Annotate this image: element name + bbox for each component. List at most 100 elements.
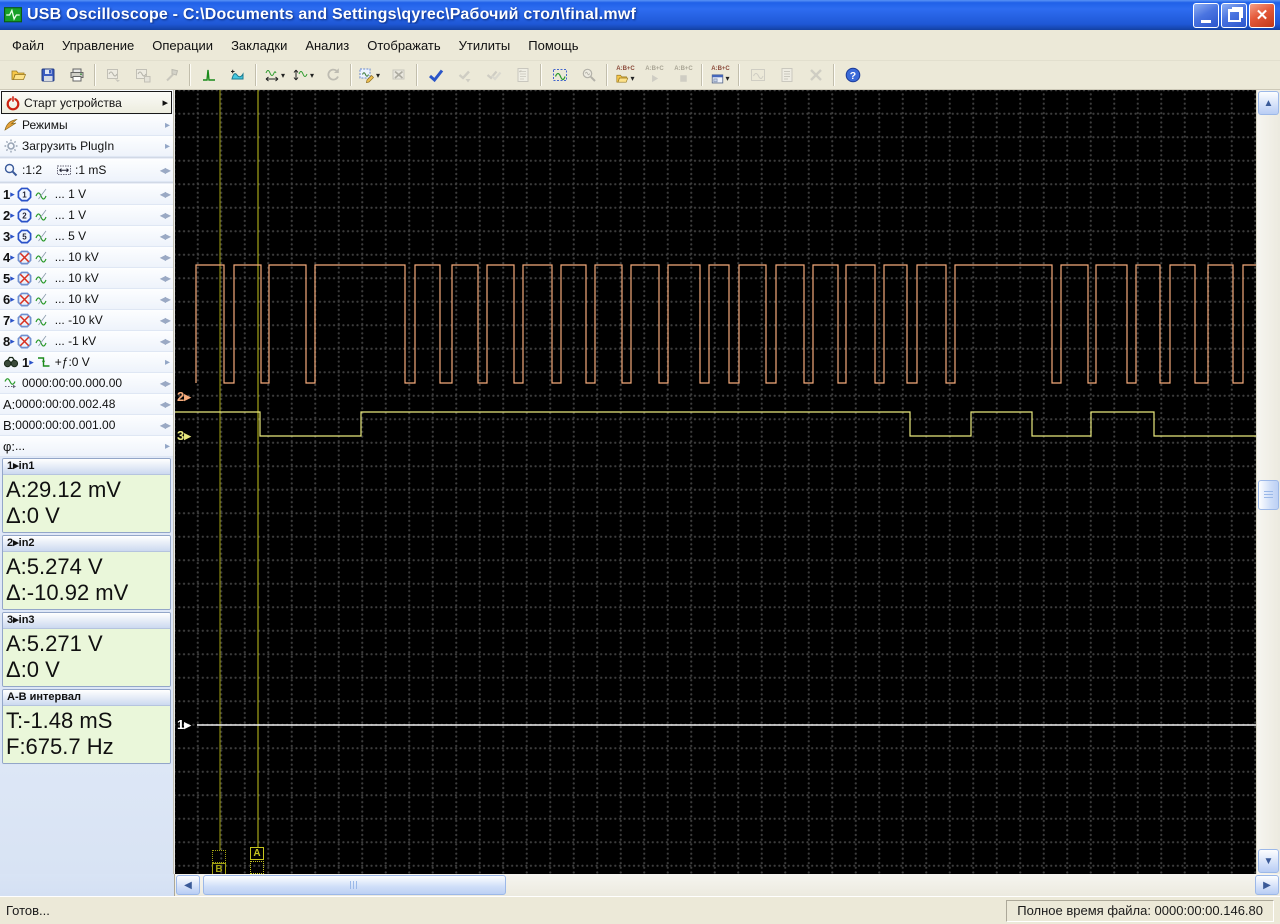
channel-1-marker[interactable]: 1▸ (177, 717, 191, 733)
scale-row[interactable]: :1:2:1 mS ◀▶ (0, 159, 173, 182)
channel-disabled-badge[interactable] (17, 334, 32, 349)
channel-adjust-arrows[interactable]: ◀▶ (160, 190, 171, 199)
channel-row-6[interactable]: 6 ▸ ... 10 kV ◀▶ (0, 289, 173, 310)
abc-open-button[interactable]: A:B+C ▾ (611, 63, 640, 88)
horizontal-scroll-thumb[interactable] (203, 875, 506, 895)
sidebar-item-modes[interactable]: Режимы ▸ (0, 115, 173, 136)
channel-adjust-arrows[interactable]: ◀▶ (160, 211, 171, 220)
sweep-time-adjust-arrows[interactable]: ◀▶ (160, 379, 171, 388)
trigger-row[interactable]: 1 ▸ +ƒ:0 V ▸ (0, 352, 173, 373)
channel-row-4[interactable]: 4 ▸ ... 10 kV ◀▶ (0, 247, 173, 268)
sidebar-item-start-device[interactable]: Старт устройства ▸ (1, 91, 172, 114)
channel-adjust-arrows[interactable]: ◀▶ (160, 253, 171, 262)
channel-adjust-arrows[interactable]: ◀▶ (160, 316, 171, 325)
scroll-up-button[interactable]: ▲ (1258, 91, 1279, 115)
impulse-button[interactable] (194, 63, 223, 88)
menu-item-display[interactable]: Отображать (358, 33, 449, 58)
abc-panel-button[interactable]: A:B+C ▾ (706, 63, 735, 88)
channel-range-badge[interactable]: 1 (17, 187, 32, 202)
expand-arrow-icon[interactable]: ▸ (165, 357, 170, 368)
menu-item-control[interactable]: Управление (53, 33, 143, 58)
phase-row[interactable]: φ:... ▸ (0, 436, 173, 457)
expand-arrow-icon[interactable]: ▸ (165, 120, 170, 131)
magnifier-icon (4, 163, 18, 177)
scroll-left-button[interactable]: ◀ (176, 875, 200, 895)
restore-button[interactable] (1221, 2, 1247, 28)
scope-display[interactable]: 2▸ 3▸ 1▸ A B (175, 90, 1256, 874)
channel-row-1[interactable]: 1 ▸ 1... 1 V ◀▶ (0, 184, 173, 205)
dropdown-arrow-icon[interactable]: ▾ (310, 71, 314, 80)
cursor-b-time-row[interactable]: B: 0000:00:00.001.00 ◀▶ (0, 415, 173, 436)
channel-adjust-arrows[interactable]: ◀▶ (160, 295, 171, 304)
channel-range-badge[interactable]: 5 (17, 229, 32, 244)
expand-arrow-icon[interactable]: ▸ (162, 96, 168, 109)
menu-item-file[interactable]: Файл (3, 33, 53, 58)
zoom-horizontal-button[interactable]: ▾ (260, 63, 289, 88)
help-button[interactable]: ? (838, 63, 867, 88)
scroll-right-button[interactable]: ▶ (1255, 875, 1279, 895)
menu-item-analysis[interactable]: Анализ (296, 33, 358, 58)
save-button[interactable] (33, 63, 62, 88)
menu-item-help[interactable]: Помощь (519, 33, 587, 58)
horizontal-scrollbar[interactable]: ◀ ▶ (175, 874, 1280, 896)
sidebar-item-load-plugin[interactable]: Загрузить PlugIn ▸ (0, 136, 173, 157)
dropdown-arrow-icon[interactable]: ▾ (630, 74, 634, 83)
cursor-a-time-row[interactable]: A: 0000:00:00.002.48 ◀▶ (0, 394, 173, 415)
app-icon[interactable] (4, 6, 22, 24)
channel-row-3[interactable]: 3 ▸ 5 ... 5 V ◀▶ (0, 226, 173, 247)
dropdown-arrow-icon[interactable]: ▾ (281, 71, 285, 80)
cursor-b-label[interactable]: B (212, 863, 226, 874)
edit-wave-button[interactable]: ▾ (355, 63, 384, 88)
horizontal-scroll-track[interactable] (201, 874, 1254, 896)
channel-disabled-badge[interactable] (17, 313, 32, 328)
paste-wave-button (128, 63, 157, 88)
channel-adjust-arrows[interactable]: ◀▶ (160, 232, 171, 241)
cursor-a-handle[interactable] (250, 861, 264, 874)
dropdown-arrow-icon[interactable]: ▾ (725, 74, 729, 83)
expand-arrow-icon[interactable]: ▸ (165, 141, 170, 152)
cursor-b-handle[interactable] (212, 850, 226, 863)
apply-check-button[interactable] (421, 63, 450, 88)
channel-disabled-badge[interactable] (17, 271, 32, 286)
measure-in2-panel[interactable]: 2▸in2 A:5.274 V Δ:-10.92 mV (2, 535, 171, 610)
menu-item-utilities[interactable]: Утилиты (450, 33, 520, 58)
print-button[interactable] (62, 63, 91, 88)
measure-in3-panel[interactable]: 3▸in3 A:5.271 V Δ:0 V (2, 612, 171, 687)
channel-range-badge[interactable]: 2 (17, 208, 32, 223)
vertical-scroll-thumb[interactable] (1258, 480, 1279, 510)
clip-wave-button[interactable] (223, 63, 252, 88)
minimize-button[interactable] (1193, 2, 1219, 28)
vertical-scrollbar[interactable]: ▲ ▼ (1256, 90, 1280, 874)
open-file-button[interactable] (4, 63, 33, 88)
dropdown-arrow-icon[interactable]: ▾ (376, 71, 380, 80)
channel-disabled-badge[interactable] (17, 250, 32, 265)
channel-row-8[interactable]: 8 ▸ ... -1 kV ◀▶ (0, 331, 173, 352)
channel-number: 4 (3, 249, 11, 265)
vertical-scroll-track[interactable] (1257, 116, 1280, 848)
scroll-down-button[interactable]: ▼ (1258, 849, 1279, 873)
cursor-a-label[interactable]: A (250, 847, 264, 860)
sweep-time-row[interactable]: 0000:00:00.000.00 ◀▶ (0, 373, 173, 394)
select-region-button[interactable] (545, 63, 574, 88)
channel-3-marker[interactable]: 3▸ (177, 428, 191, 444)
zoom-vertical-button[interactable]: ▾ (289, 63, 318, 88)
channel-adjust-arrows[interactable]: ◀▶ (160, 274, 171, 283)
measure-ab-panel[interactable]: A-B интервал T:-1.48 mS F:675.7 Hz (2, 689, 171, 764)
channel-disabled-badge[interactable] (17, 292, 32, 307)
channel-2-marker[interactable]: 2▸ (177, 389, 191, 405)
expand-arrow-icon[interactable]: ▸ (165, 441, 170, 452)
channel-row-5[interactable]: 5 ▸ ... 10 kV ◀▶ (0, 268, 173, 289)
cursor-b-time-adjust-arrows[interactable]: ◀▶ (160, 421, 171, 430)
cursor-a-time-adjust-arrows[interactable]: ◀▶ (160, 400, 171, 409)
measure-in1-panel[interactable]: 1▸in1 A:29.12 mV Δ:0 V (2, 458, 171, 533)
channel-number: 5 (3, 270, 11, 286)
channel-adjust-arrows[interactable]: ◀▶ (160, 337, 171, 346)
up-arrow-icon: ▲ (1263, 97, 1274, 109)
scale-adjust-arrows[interactable]: ◀▶ (160, 166, 171, 175)
channel-row-2[interactable]: 2 ▸ 2... 1 V ◀▶ (0, 205, 173, 226)
channel-row-7[interactable]: 7 ▸ ... -10 kV ◀▶ (0, 310, 173, 331)
menu-item-bookmarks[interactable]: Закладки (222, 33, 296, 58)
close-button[interactable]: ✕ (1249, 2, 1275, 28)
menu-item-operations[interactable]: Операции (143, 33, 222, 58)
checklist-icon (517, 68, 528, 82)
